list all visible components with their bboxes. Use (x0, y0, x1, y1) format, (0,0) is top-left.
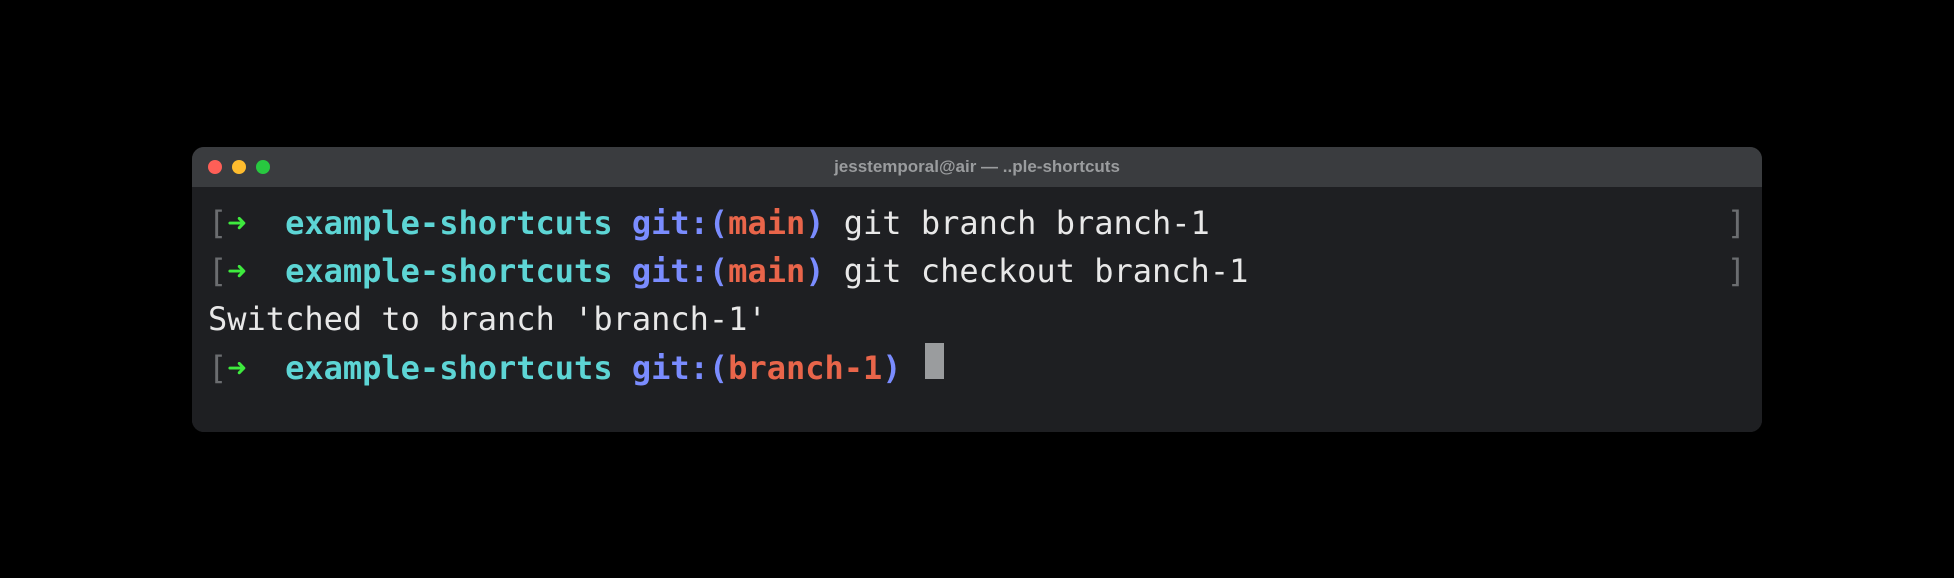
prompt-arrow-icon: ➜ (227, 199, 246, 247)
prompt-git-label: git: (632, 247, 709, 295)
terminal-line: [➜ example-shortcuts git:(main) git bran… (208, 199, 1746, 247)
terminal-line: [➜ example-shortcuts git:(main) git chec… (208, 247, 1746, 295)
output-text: Switched to branch 'branch-1' (208, 295, 767, 343)
terminal-content[interactable]: [➜ example-shortcuts git:(main) git bran… (192, 187, 1762, 432)
prompt-branch: branch-1 (728, 344, 882, 392)
minimize-button[interactable] (232, 160, 246, 174)
bracket-close: ] (1727, 247, 1746, 295)
paren-open: ( (709, 199, 728, 247)
paren-close: ) (882, 344, 901, 392)
titlebar: jesstemporal@air — ..ple-shortcuts (192, 147, 1762, 187)
prompt-arrow-icon: ➜ (227, 344, 246, 392)
bracket-close: ] (1727, 199, 1746, 247)
prompt-dir: example-shortcuts (285, 344, 613, 392)
bracket-open: [ (208, 344, 227, 392)
terminal-output-line: Switched to branch 'branch-1' (208, 295, 1746, 343)
maximize-button[interactable] (256, 160, 270, 174)
traffic-lights (208, 160, 270, 174)
bracket-open: [ (208, 199, 227, 247)
window-title: jesstemporal@air — ..ple-shortcuts (834, 157, 1120, 177)
bracket-open: [ (208, 247, 227, 295)
prompt-dir: example-shortcuts (285, 199, 613, 247)
close-button[interactable] (208, 160, 222, 174)
prompt-git-label: git: (632, 199, 709, 247)
prompt-branch: main (728, 247, 805, 295)
prompt-dir: example-shortcuts (285, 247, 613, 295)
prompt-arrow-icon: ➜ (227, 247, 246, 295)
prompt-git-label: git: (632, 344, 709, 392)
paren-close: ) (805, 199, 824, 247)
terminal-current-line: [➜ example-shortcuts git:(branch-1) (208, 343, 1746, 392)
paren-open: ( (709, 344, 728, 392)
prompt-branch: main (728, 199, 805, 247)
command-text: git checkout branch-1 (844, 247, 1249, 295)
command-text: git branch branch-1 (844, 199, 1210, 247)
terminal-window: jesstemporal@air — ..ple-shortcuts [➜ ex… (192, 147, 1762, 432)
cursor (925, 343, 944, 379)
paren-close: ) (805, 247, 824, 295)
paren-open: ( (709, 247, 728, 295)
